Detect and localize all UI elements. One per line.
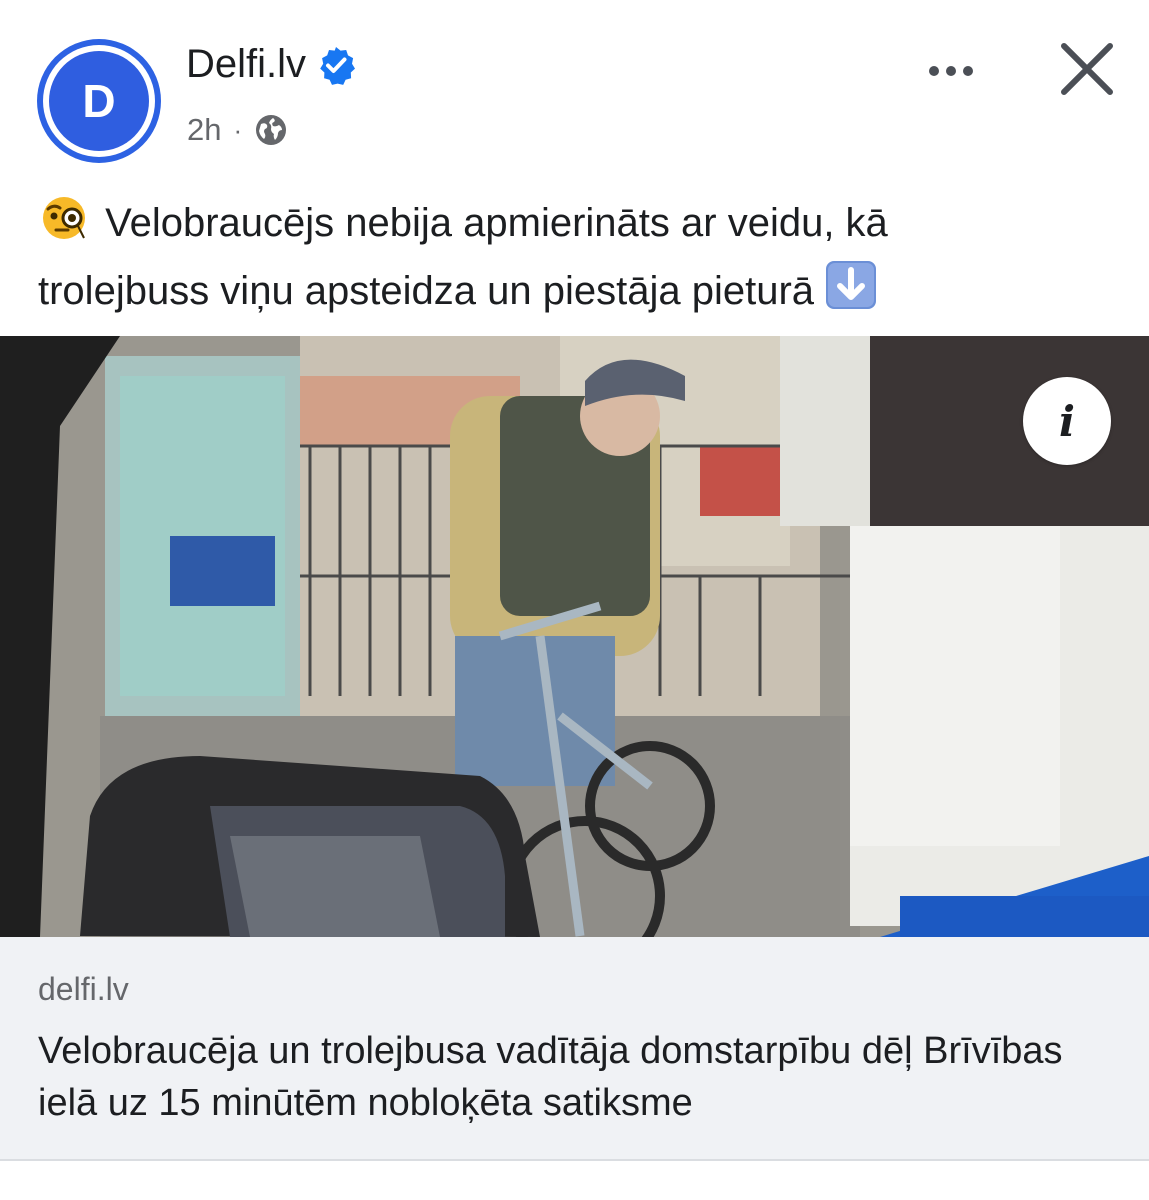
close-icon [1061, 43, 1113, 95]
post-meta: 2h · [187, 112, 288, 148]
page-name-row: Delfi.lv [186, 42, 356, 87]
caption-line-1: Velobraucējs nebija apmierināts ar veidu… [105, 201, 888, 245]
caption-line-2: trolejbuss viņu apsteidza un piestāja pi… [38, 269, 815, 313]
link-preview-card[interactable]: delfi.lv Velobraucēja un trolejbusa vadī… [0, 937, 1149, 1161]
post-media[interactable]: i [0, 336, 1149, 937]
verified-badge-icon [316, 45, 356, 85]
more-options-icon [929, 66, 939, 76]
link-domain: delfi.lv [38, 971, 129, 1007]
video-thumbnail [0, 336, 1149, 937]
face-with-monocle-icon [38, 194, 94, 260]
media-info-button[interactable]: i [1023, 377, 1111, 465]
more-options-button[interactable] [916, 46, 986, 96]
post-time[interactable]: 2h [187, 112, 221, 148]
link-title[interactable]: Velobraucēja un trolejbusa vadītāja doms… [38, 1025, 1118, 1129]
post-card: D Delfi.lv 2h · Velobraucējs nebija apmi… [0, 0, 1149, 1186]
post-caption: Velobraucējs nebija apmierināts ar veidu… [38, 192, 1118, 328]
meta-separator: · [233, 114, 243, 145]
down-arrow-icon [825, 260, 877, 328]
page-name[interactable]: Delfi.lv [186, 42, 306, 87]
avatar-letter: D [49, 51, 149, 151]
page-avatar[interactable]: D [37, 39, 161, 163]
globe-icon [254, 113, 288, 147]
close-button[interactable] [1056, 38, 1118, 100]
